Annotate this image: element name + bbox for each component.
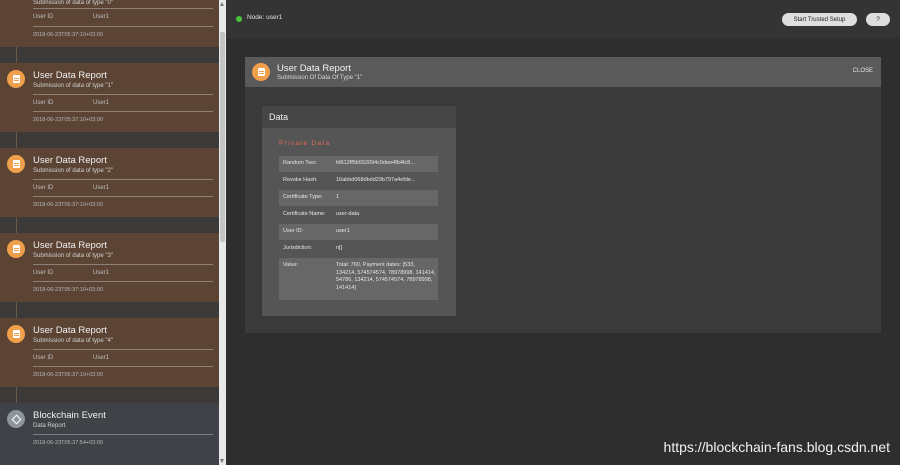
data-row-key: Value:	[283, 262, 299, 268]
user-id-label: User ID	[33, 100, 54, 106]
data-row-key: Jurisdiction:	[283, 245, 313, 251]
user-id-label: User ID	[33, 355, 54, 361]
card-title: User Data Report	[33, 70, 107, 81]
data-row-value: fd612ff5b552094c0dee4fb4fc8...	[336, 160, 415, 166]
card-divider	[33, 349, 213, 350]
timeline-sidebar[interactable]: Submission of data of type "0" User ID U…	[0, 0, 219, 465]
node-status-dot-icon	[236, 16, 242, 22]
top-bar: Node: user1 Start Trusted Setup ?	[226, 0, 900, 38]
card-timestamp: 2018-06-23T05:37:10+03:00	[33, 372, 103, 378]
data-row: Certificate Type: 1	[279, 190, 438, 206]
detail-subtitle: Submission Of Data Of Type "1"	[277, 75, 363, 81]
data-row-value: 16abbd068dbdd29b797a4efde...	[336, 177, 416, 183]
card-divider	[33, 281, 213, 282]
data-row-value: user-data	[336, 211, 360, 217]
card-title: User Data Report	[33, 240, 107, 251]
card-divider	[33, 196, 213, 197]
scrollbar-thumb[interactable]	[220, 32, 225, 242]
data-card: Data Private Data Random Two: fd612ff5b5…	[262, 106, 456, 316]
card-timestamp: 2018-06-23T05:37:10+03:00	[33, 32, 103, 38]
data-row-key: Certificate Type:	[283, 194, 323, 200]
scroll-up-arrow-icon[interactable]	[220, 2, 224, 6]
scroll-down-arrow-icon[interactable]	[220, 459, 224, 463]
user-id-value: User1	[93, 185, 110, 191]
card-timestamp: 2018-06-23T05:37:10+03:00	[33, 287, 103, 293]
document-icon	[7, 325, 25, 343]
document-icon	[7, 240, 25, 258]
detail-title: User Data Report	[277, 63, 351, 74]
card-title: Blockchain Event	[33, 410, 106, 421]
data-card-title: Data	[269, 112, 289, 122]
data-row: Random Two: fd612ff5b552094c0dee4fb4fc8.…	[279, 156, 438, 172]
private-data-heading: Private Data	[279, 140, 331, 147]
data-row-value: n[]	[336, 245, 343, 251]
card-divider	[33, 8, 213, 9]
data-row-value: Total: 760, Payment dates: [533, 134214,…	[336, 262, 436, 291]
timeline-card-blockchain-event[interactable]: Blockchain Event Data Report 2018-06-23T…	[0, 403, 219, 465]
card-divider	[33, 264, 213, 265]
card-subtitle: Submission of data of type "0"	[33, 0, 113, 6]
card-timestamp: 2018-06-23T05:37:10+03:00	[33, 117, 103, 123]
timeline-scrollbar[interactable]	[219, 0, 226, 465]
watermark-text: https://blockchain-fans.blog.csdn.net	[663, 439, 890, 455]
card-divider	[33, 94, 213, 95]
timeline-card[interactable]: User Data Report Submission of data of t…	[0, 318, 219, 387]
data-card-header: Data	[262, 106, 456, 128]
start-trusted-setup-button[interactable]: Start Trusted Setup	[782, 13, 857, 26]
user-id-value: User1	[93, 100, 110, 106]
user-id-value: User1	[93, 14, 110, 20]
cube-icon	[7, 410, 25, 428]
timeline-card-partial[interactable]: Submission of data of type "0" User ID U…	[0, 0, 219, 47]
card-subtitle: Submission of data of type "4"	[33, 338, 113, 344]
card-divider	[33, 366, 213, 367]
document-icon	[7, 155, 25, 173]
card-divider	[33, 26, 213, 27]
data-row: Certificate Name: user-data	[279, 207, 438, 223]
card-title: User Data Report	[33, 325, 107, 336]
card-subtitle: Submission of data of type "3"	[33, 253, 113, 259]
card-divider	[33, 179, 213, 180]
data-row-key: Revoke Hash:	[283, 177, 318, 183]
close-button[interactable]: CLOSE	[853, 68, 873, 74]
data-row: Value: Total: 760, Payment dates: [533, …	[279, 258, 438, 300]
node-label: Node: user1	[247, 14, 283, 21]
timeline-card[interactable]: User Data Report Submission of data of t…	[0, 148, 219, 217]
card-divider	[33, 434, 213, 435]
user-id-value: User1	[93, 270, 110, 276]
timeline-card[interactable]: User Data Report Submission of data of t…	[0, 233, 219, 302]
card-subtitle: Submission of data of type "2"	[33, 168, 113, 174]
data-row-value: user1	[336, 228, 350, 234]
timeline-card[interactable]: User Data Report Submission of data of t…	[0, 63, 219, 132]
card-title: User Data Report	[33, 155, 107, 166]
user-id-label: User ID	[33, 14, 54, 20]
data-row-key: Certificate Name:	[283, 211, 326, 217]
card-subtitle: Submission of data of type "1"	[33, 83, 113, 89]
data-row: Revoke Hash: 16abbd068dbdd29b797a4efde..…	[279, 173, 438, 189]
data-row-key: Random Two:	[283, 160, 317, 166]
document-icon	[252, 63, 270, 81]
data-card-body: Private Data Random Two: fd612ff5b552094…	[262, 128, 456, 316]
main-content: Node: user1 Start Trusted Setup ? User D…	[226, 0, 900, 465]
card-timestamp: 2018-06-23T05:37:54+03:00	[33, 440, 103, 446]
data-row: Jurisdiction: n[]	[279, 241, 438, 257]
user-id-label: User ID	[33, 270, 54, 276]
detail-panel-header: User Data Report Submission Of Data Of T…	[245, 57, 881, 87]
card-divider	[33, 111, 213, 112]
detail-panel: User Data Report Submission Of Data Of T…	[245, 57, 881, 333]
card-subtitle: Data Report	[33, 423, 66, 429]
user-id-value: User1	[93, 355, 110, 361]
data-row: User ID: user1	[279, 224, 438, 240]
data-row-key: User ID:	[283, 228, 304, 234]
document-icon	[7, 70, 25, 88]
user-id-label: User ID	[33, 185, 54, 191]
help-button[interactable]: ?	[866, 13, 890, 26]
data-row-value: 1	[336, 194, 340, 200]
card-timestamp: 2018-06-23T05:37:10+03:00	[33, 202, 103, 208]
